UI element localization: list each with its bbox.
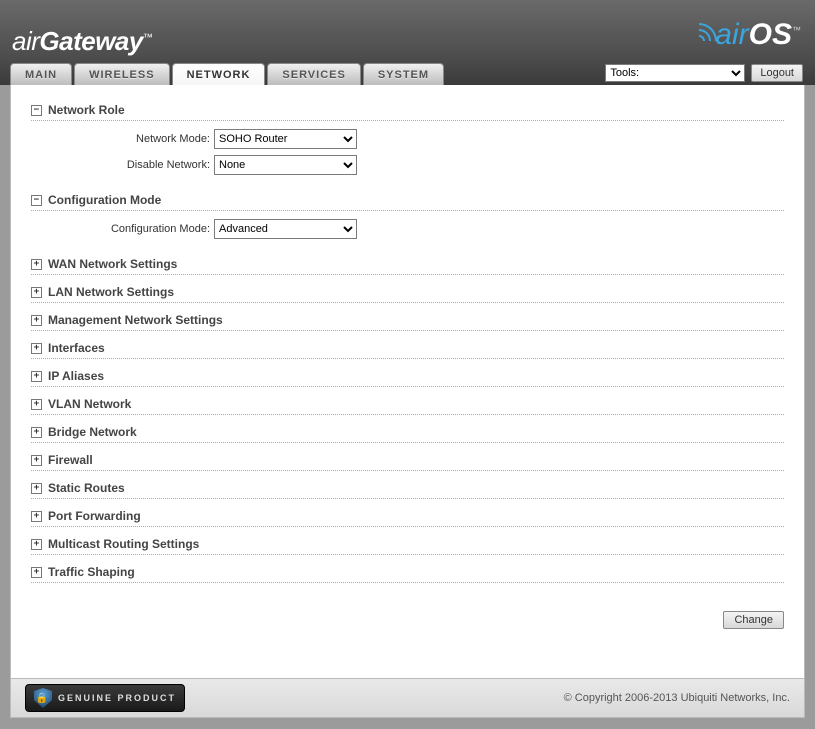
- section-title: Interfaces: [48, 341, 105, 355]
- label-configuration-mode: Configuration Mode:: [31, 223, 214, 235]
- expand-icon: +: [31, 315, 42, 326]
- header: airGateway™ airOS™: [0, 0, 815, 62]
- collapse-icon: −: [31, 195, 42, 206]
- row-network-mode: Network Mode: SOHO Router: [31, 129, 784, 149]
- section-collapsed[interactable]: + Firewall: [31, 453, 784, 471]
- section-title: Bridge Network: [48, 425, 137, 439]
- section-collapsed[interactable]: + Port Forwarding: [31, 509, 784, 527]
- section-title: Port Forwarding: [48, 509, 141, 523]
- tab-network[interactable]: NETWORK: [172, 63, 266, 85]
- select-network-mode[interactable]: SOHO Router: [214, 129, 357, 149]
- wifi-icon: [699, 19, 717, 41]
- label-network-mode: Network Mode:: [31, 133, 214, 145]
- expand-icon: +: [31, 567, 42, 578]
- section-collapsed[interactable]: + IP Aliases: [31, 369, 784, 387]
- expand-icon: +: [31, 287, 42, 298]
- section-title: Network Role: [48, 103, 125, 117]
- row-disable-network: Disable Network: None: [31, 155, 784, 175]
- section-title: IP Aliases: [48, 369, 104, 383]
- shield-icon: 🔒: [34, 688, 52, 708]
- expand-icon: +: [31, 399, 42, 410]
- label-disable-network: Disable Network:: [31, 159, 214, 171]
- genuine-badge: 🔒 GENUINE PRODUCT: [25, 684, 185, 712]
- expand-icon: +: [31, 539, 42, 550]
- section-collapsed[interactable]: + Multicast Routing Settings: [31, 537, 784, 555]
- section-title: Configuration Mode: [48, 193, 161, 207]
- section-collapsed[interactable]: + LAN Network Settings: [31, 285, 784, 303]
- tab-wireless[interactable]: WIRELESS: [74, 63, 169, 85]
- expand-icon: +: [31, 371, 42, 382]
- expand-icon: +: [31, 455, 42, 466]
- expand-icon: +: [31, 343, 42, 354]
- tab-main[interactable]: MAIN: [10, 63, 72, 85]
- section-collapsed[interactable]: + Bridge Network: [31, 425, 784, 443]
- section-collapsed[interactable]: + Management Network Settings: [31, 313, 784, 331]
- section-title: Traffic Shaping: [48, 565, 135, 579]
- collapsed-sections: + WAN Network Settings + LAN Network Settin…: [31, 257, 784, 583]
- collapse-icon: −: [31, 105, 42, 116]
- tab-services[interactable]: SERVICES: [267, 63, 360, 85]
- section-title: LAN Network Settings: [48, 285, 174, 299]
- expand-icon: +: [31, 483, 42, 494]
- section-title: VLAN Network: [48, 397, 131, 411]
- section-collapsed[interactable]: + Traffic Shaping: [31, 565, 784, 583]
- section-network-role[interactable]: − Network Role: [31, 103, 784, 121]
- tab-system[interactable]: SYSTEM: [363, 63, 444, 85]
- section-title: Multicast Routing Settings: [48, 537, 199, 551]
- section-configuration-mode[interactable]: − Configuration Mode: [31, 193, 784, 211]
- logout-button[interactable]: Logout: [751, 64, 803, 82]
- section-title: Static Routes: [48, 481, 125, 495]
- section-collapsed[interactable]: + Interfaces: [31, 341, 784, 359]
- section-title: Firewall: [48, 453, 93, 467]
- select-disable-network[interactable]: None: [214, 155, 357, 175]
- row-configuration-mode: Configuration Mode: Advanced: [31, 219, 784, 239]
- section-collapsed[interactable]: + Static Routes: [31, 481, 784, 499]
- section-collapsed[interactable]: + WAN Network Settings: [31, 257, 784, 275]
- badge-text: GENUINE PRODUCT: [58, 693, 176, 703]
- footer: 🔒 GENUINE PRODUCT © Copyright 2006-2013 …: [10, 678, 805, 718]
- expand-icon: +: [31, 427, 42, 438]
- content-panel: − Network Role Network Mode: SOHO Router…: [10, 85, 805, 678]
- brand-airgateway: airGateway™: [12, 26, 152, 57]
- expand-icon: +: [31, 259, 42, 270]
- select-configuration-mode[interactable]: Advanced: [214, 219, 357, 239]
- copyright-text: © Copyright 2006-2013 Ubiquiti Networks,…: [564, 692, 790, 704]
- section-collapsed[interactable]: + VLAN Network: [31, 397, 784, 415]
- section-title: Management Network Settings: [48, 313, 223, 327]
- tab-bar: MAIN WIRELESS NETWORK SERVICES SYSTEM To…: [0, 62, 815, 85]
- section-title: WAN Network Settings: [48, 257, 177, 271]
- tools-select[interactable]: Tools:: [605, 64, 745, 82]
- expand-icon: +: [31, 511, 42, 522]
- change-button[interactable]: Change: [723, 611, 784, 629]
- brand-airos: airOS™: [699, 18, 801, 52]
